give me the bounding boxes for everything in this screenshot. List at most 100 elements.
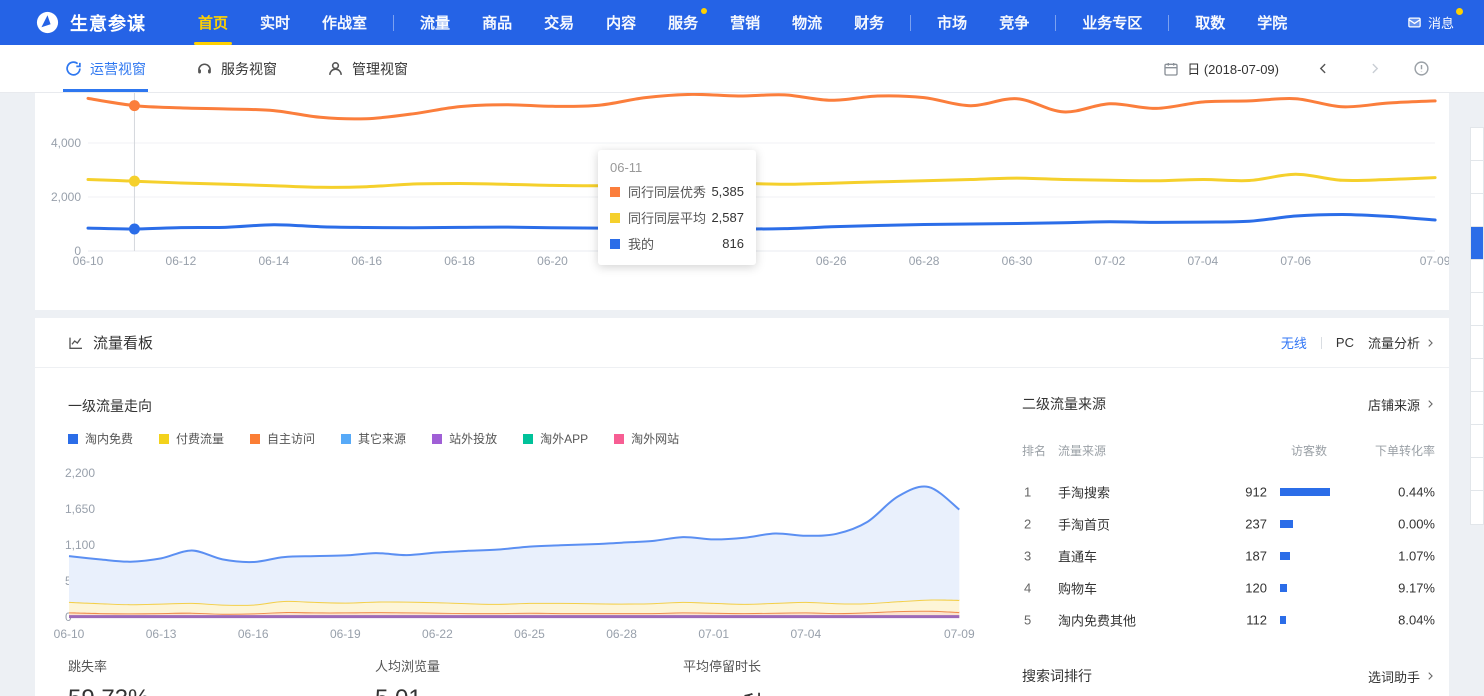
svg-text:07-06: 07-06	[1280, 254, 1311, 268]
primary-traffic-chart[interactable]: 05501,1001,6502,20006-1006-1306-1606-190…	[35, 318, 1010, 696]
dock-cell[interactable]	[1471, 491, 1483, 524]
conversion-rate-cell: 8.04%	[1398, 613, 1435, 628]
nav-item-competition[interactable]: 竞争	[983, 0, 1045, 45]
rank-cell: 5	[1024, 613, 1031, 628]
rank-cell: 3	[1024, 549, 1031, 564]
legend-item[interactable]: 自主访问	[250, 430, 315, 447]
nav-item-trade[interactable]: 交易	[528, 0, 590, 45]
legend-item[interactable]: 其它来源	[341, 430, 406, 447]
traffic-board-links: 无线 PC 流量分析	[1281, 333, 1435, 352]
visitors-bar	[1280, 616, 1286, 624]
messages-button[interactable]: 消息	[1407, 13, 1454, 32]
nav-item-realtime[interactable]: 实时	[244, 0, 306, 45]
date-granularity-label[interactable]: 日 (2018-07-09)	[1187, 59, 1279, 78]
search-rank-title: 搜索词排行	[1022, 666, 1092, 686]
nav-item-label: 取数	[1195, 12, 1225, 33]
legend-color-swatch	[614, 434, 624, 444]
legend-item[interactable]: 淘外网站	[614, 430, 679, 447]
next-date-button[interactable]	[1368, 62, 1381, 75]
conversion-rate-cell: 0.00%	[1398, 517, 1435, 532]
dock-cell[interactable]	[1471, 161, 1483, 194]
nav-item-academy[interactable]: 学院	[1241, 0, 1303, 45]
tab-operations-view[interactable]: 运营视窗	[65, 45, 146, 92]
word-helper-link[interactable]: 选词助手	[1368, 667, 1435, 686]
column-header: 下单转化率	[1375, 442, 1435, 459]
badge-dot	[701, 8, 707, 14]
svg-text:06-22: 06-22	[422, 627, 453, 641]
nav-item-product[interactable]: 商品	[466, 0, 528, 45]
nav-item-data-fetch[interactable]: 取数	[1179, 0, 1241, 45]
nav-item-market[interactable]: 市场	[921, 0, 983, 45]
legend-label: 站外投放	[449, 430, 497, 447]
dock-cell[interactable]	[1471, 425, 1483, 458]
table-row[interactable]: 4购物车1209.17%	[1022, 572, 1435, 604]
device-tab-pc[interactable]: PC	[1336, 335, 1354, 350]
table-row[interactable]: 3直通车1871.07%	[1022, 540, 1435, 572]
tab-service-view[interactable]: 服务视窗	[196, 45, 277, 92]
notification-dot	[1456, 8, 1463, 15]
nav-item-label: 营销	[730, 12, 760, 33]
dock-cell[interactable]	[1471, 326, 1483, 359]
dock-cell[interactable]	[1471, 293, 1483, 326]
calendar-icon[interactable]	[1163, 61, 1179, 77]
svg-text:06-20: 06-20	[537, 254, 568, 268]
device-tab-wireless[interactable]: 无线	[1281, 333, 1307, 352]
messages-label: 消息	[1428, 13, 1454, 32]
svg-text:06-25: 06-25	[514, 627, 545, 641]
nav-item-war-room[interactable]: 作战室	[306, 0, 383, 45]
nav-item-marketing[interactable]: 营销	[714, 0, 776, 45]
dock-cell[interactable]	[1471, 458, 1483, 491]
message-icon	[1407, 15, 1422, 30]
nav-item-content[interactable]: 内容	[590, 0, 652, 45]
legend-label: 付费流量	[176, 430, 224, 447]
info-icon[interactable]	[1413, 60, 1430, 77]
nav-item-home[interactable]: 首页	[182, 0, 244, 45]
table-row[interactable]: 5淘内免费其他1128.04%	[1022, 604, 1435, 636]
svg-text:06-12: 06-12	[166, 254, 197, 268]
legend-color-swatch	[250, 434, 260, 444]
brand-name: 生意参谋	[70, 10, 146, 36]
traffic-analysis-link[interactable]: 流量分析	[1368, 333, 1435, 352]
tooltip-rows: 同行同层优秀5,385同行同层平均2,587我的816	[610, 182, 744, 253]
person-icon	[327, 60, 344, 77]
brand-logo[interactable]: 生意参谋	[35, 10, 146, 36]
chevron-right-icon	[1425, 399, 1435, 409]
nav-menu: 首页实时作战室流量商品交易 内容服务营销物流财务 市场竞争 业务专区 取数学院	[182, 0, 1303, 45]
legend-item[interactable]: 淘外APP	[523, 430, 588, 447]
dock-cell[interactable]	[1471, 392, 1483, 425]
visitors-bar	[1280, 488, 1330, 496]
dock-cell[interactable]	[1471, 260, 1483, 293]
prev-date-button[interactable]	[1317, 62, 1330, 75]
tab-management-view[interactable]: 管理视窗	[327, 45, 408, 92]
nav-item-business-zone[interactable]: 业务专区	[1066, 0, 1158, 45]
nav-item-label: 交易	[544, 12, 574, 33]
legend-item[interactable]: 付费流量	[159, 430, 224, 447]
dock-cell[interactable]	[1471, 194, 1483, 227]
nav-divider	[910, 15, 911, 31]
dock-cell[interactable]	[1471, 128, 1483, 161]
svg-text:07-09: 07-09	[1420, 254, 1449, 268]
conversion-rate-cell: 0.44%	[1398, 485, 1435, 500]
svg-text:07-02: 07-02	[1095, 254, 1126, 268]
svg-text:06-28: 06-28	[909, 254, 940, 268]
legend-item[interactable]: 淘内免费	[68, 430, 133, 447]
nav-item-label: 财务	[854, 12, 884, 33]
nav-item-label: 业务专区	[1082, 12, 1142, 33]
dock-cell[interactable]	[1471, 359, 1483, 392]
dock-cell[interactable]	[1471, 227, 1483, 260]
svg-text:07-04: 07-04	[790, 627, 821, 641]
legend-item[interactable]: 站外投放	[432, 430, 497, 447]
visitors-cell: 187	[1245, 549, 1267, 564]
table-row[interactable]: 2手淘首页2370.00%	[1022, 508, 1435, 540]
table-row[interactable]: 1手淘搜索9120.44%	[1022, 476, 1435, 508]
refresh-circle-icon	[65, 60, 82, 77]
stat-item: 平均停留时长17.48秒	[683, 656, 767, 696]
nav-item-logistics[interactable]: 物流	[776, 0, 838, 45]
nav-item-label: 内容	[606, 12, 636, 33]
nav-item-service[interactable]: 服务	[652, 0, 714, 45]
svg-text:06-19: 06-19	[330, 627, 361, 641]
shop-source-link[interactable]: 店铺来源	[1368, 395, 1435, 414]
nav-item-traffic[interactable]: 流量	[404, 0, 466, 45]
nav-item-finance[interactable]: 财务	[838, 0, 900, 45]
legend-label: 淘外APP	[540, 430, 588, 447]
